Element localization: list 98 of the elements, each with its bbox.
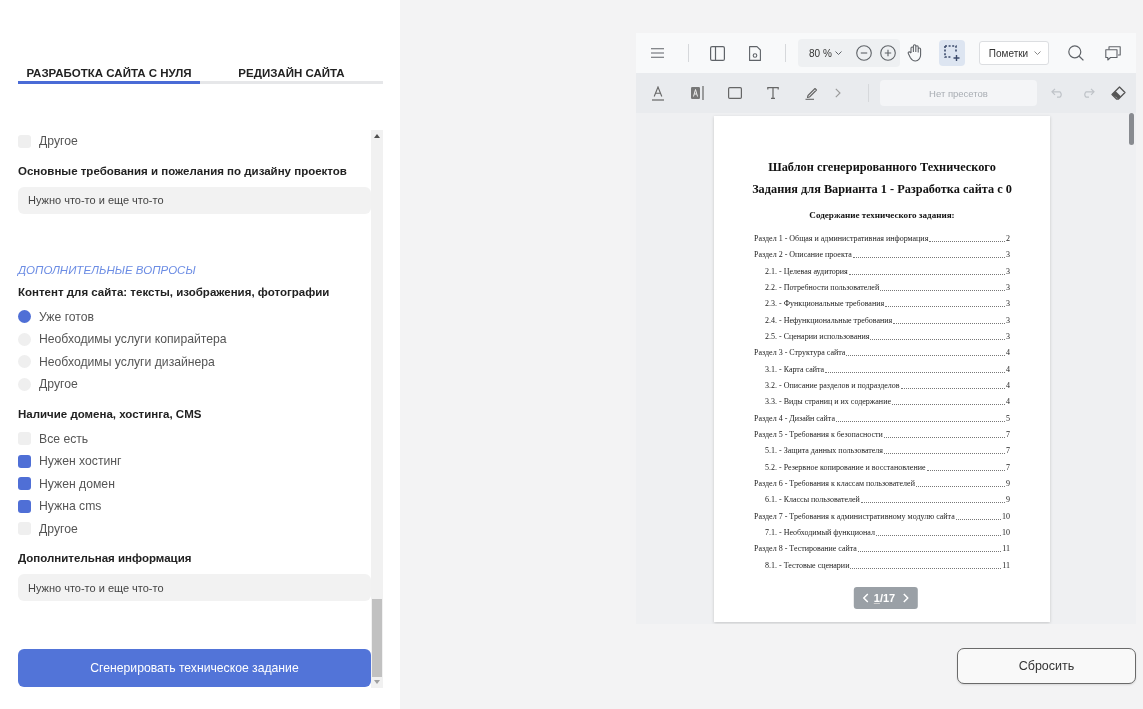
option-label: Нужен домен bbox=[39, 476, 115, 491]
toc-page-number: 4 bbox=[1006, 397, 1010, 408]
toc-page-number: 3 bbox=[1006, 332, 1010, 342]
text-tool-icon[interactable] bbox=[767, 87, 779, 99]
checkbox[interactable] bbox=[18, 499, 31, 513]
document-subtitle: Содержание технического задания: bbox=[808, 209, 956, 222]
toc-entry[interactable]: Раздел 2 - Описание проекта bbox=[754, 250, 852, 261]
option-label: Необходимы услуги копирайтера bbox=[39, 332, 227, 347]
selection-icon[interactable] bbox=[938, 40, 965, 66]
option-label: Другое bbox=[39, 134, 78, 149]
toc-entry[interactable]: 3.3. - Виды страниц и их содержание bbox=[765, 397, 891, 408]
hand-icon[interactable] bbox=[906, 44, 923, 62]
text-input[interactable]: Нужно что-то и еще что-то bbox=[18, 186, 371, 214]
annotation-mode-dropdown[interactable]: Пометки bbox=[978, 41, 1049, 65]
question-label: Дополнительная информация bbox=[18, 551, 193, 566]
tab[interactable]: РЕДИЗАЙН САЙТА bbox=[200, 62, 383, 84]
zoom-in-icon[interactable] bbox=[879, 45, 896, 61]
comments-icon[interactable] bbox=[1104, 45, 1121, 61]
question-label: Основные требования и пожелания по дизайну проектов bbox=[18, 163, 348, 179]
toc-entry[interactable]: 2.2. - Потребности пользователей bbox=[765, 282, 880, 293]
toc-entry[interactable]: 3.1. - Карта сайта bbox=[765, 364, 825, 375]
option-label: Другое bbox=[39, 377, 78, 392]
option-label: Все есть bbox=[39, 431, 89, 446]
toc-entry[interactable]: Раздел 6 - Требования к классам пользователей bbox=[754, 479, 915, 490]
caret-icon bbox=[834, 51, 842, 55]
toc-page-number: 11 bbox=[1002, 560, 1010, 571]
chevron-right-icon[interactable] bbox=[835, 88, 841, 98]
toc-page-number: 9 bbox=[1006, 495, 1010, 506]
toc-page-number: 7 bbox=[1006, 446, 1010, 457]
scrollbar-thumb[interactable] bbox=[372, 599, 382, 677]
toc-entry[interactable]: Раздел 7 - Требования к административному модулю сайта bbox=[754, 511, 955, 522]
scrollbar[interactable] bbox=[371, 130, 383, 688]
checkbox[interactable] bbox=[18, 454, 31, 468]
option-label: Нужна cms bbox=[39, 499, 102, 514]
document-title: Шаблон сгенерированного Технического Задания для Варианта 1 - Разработка сайта с 0 bbox=[751, 159, 1013, 198]
tab[interactable]: РАЗРАБОТКА САЙТА С НУЛЯ bbox=[18, 62, 200, 84]
toc-entry[interactable]: 2.4. - Нефункциональные требования bbox=[765, 315, 893, 326]
toc-entry[interactable]: 2.5. - Сценарии использования bbox=[765, 332, 870, 342]
toc-entry[interactable]: Раздел 4 - Дизайн сайта bbox=[754, 413, 835, 424]
caret-icon bbox=[1033, 51, 1041, 55]
zoom-level-dropdown[interactable]: 80 % bbox=[809, 47, 842, 59]
toc-entry[interactable]: 6.1. - Классы пользователей bbox=[765, 495, 860, 506]
toc-entry[interactable]: 2.1. - Целевая аудитория bbox=[765, 266, 848, 277]
toc-entry[interactable]: 7.1. - Необходимый функционал bbox=[765, 528, 875, 539]
toc-entry[interactable]: 5.1. - Защита данных пользователя bbox=[765, 446, 884, 457]
text-color-icon[interactable] bbox=[652, 85, 664, 101]
text-box-icon[interactable] bbox=[691, 86, 704, 100]
next-page-icon[interactable] bbox=[903, 593, 910, 603]
toc-page-number: 3 bbox=[1006, 282, 1010, 293]
sidebar-icon[interactable] bbox=[710, 45, 725, 61]
toc-page-number: 7 bbox=[1006, 462, 1010, 473]
previous-page-icon[interactable] bbox=[862, 593, 869, 603]
pen-icon[interactable] bbox=[805, 86, 818, 100]
toc-page-number: 11 bbox=[1002, 544, 1010, 555]
toc-entry[interactable]: 3.2. - Описание разделов и подразделов bbox=[765, 381, 900, 392]
toc-page-number: 5 bbox=[1006, 413, 1010, 424]
toc-entry[interactable]: 8.1. - Тестовые сценарии bbox=[765, 560, 850, 571]
rectangle-icon[interactable] bbox=[728, 87, 742, 99]
reset-button[interactable]: Сбросить bbox=[957, 648, 1136, 684]
checkbox[interactable] bbox=[18, 477, 31, 491]
toc-entry[interactable]: Раздел 8 - Тестирование сайта bbox=[754, 544, 857, 555]
toc-page-number: 2 bbox=[1006, 233, 1010, 244]
toc-page-number: 3 bbox=[1006, 250, 1010, 261]
question-label: Контент для сайта: тексты, изображения, фотографии bbox=[18, 284, 331, 300]
scrollbar-thumb[interactable] bbox=[1129, 113, 1134, 145]
option-label: Необходимы услуги дизайнера bbox=[39, 354, 215, 369]
toc-entry[interactable]: 2.3. - Функциональные требования bbox=[765, 299, 885, 310]
toc-entry[interactable]: Раздел 5 - Требования к безопасности bbox=[754, 430, 883, 441]
eraser-icon[interactable] bbox=[1111, 86, 1126, 100]
scroll-up-icon[interactable] bbox=[374, 134, 380, 138]
toc-page-number: 10 bbox=[1002, 528, 1010, 539]
option-label: Уже готов bbox=[39, 309, 95, 324]
toc-page-number: 3 bbox=[1006, 266, 1010, 277]
toc-page-number: 3 bbox=[1006, 299, 1010, 310]
section-heading: ДОПОЛНИТЕЛЬНЫЕ ВОПРОСЫ bbox=[18, 262, 197, 278]
toc-entry[interactable]: 5.2. - Резервное копирование и восстановление bbox=[765, 462, 926, 473]
toc-page-number: 7 bbox=[1006, 430, 1010, 441]
menu-icon[interactable] bbox=[651, 48, 664, 58]
toc-entry[interactable]: Раздел 1 - Общая и административная информация bbox=[754, 233, 929, 244]
question-label: Наличие домена, хостинга, CMS bbox=[18, 406, 203, 422]
toc-page-number: 4 bbox=[1006, 381, 1010, 392]
search-icon[interactable] bbox=[1067, 45, 1084, 61]
toc-page-number: 9 bbox=[1006, 479, 1010, 490]
toc-page-number: 4 bbox=[1006, 348, 1010, 359]
presets-field[interactable]: Нет пресетов bbox=[880, 80, 1037, 106]
radio-button[interactable] bbox=[18, 310, 31, 324]
zoom-out-icon[interactable] bbox=[855, 45, 872, 61]
toc-entry[interactable]: Раздел 3 - Структура сайта bbox=[754, 348, 846, 359]
document-gear-icon[interactable] bbox=[749, 45, 761, 61]
toc-page-number: 4 bbox=[1006, 364, 1010, 375]
toc-page-number: 10 bbox=[1002, 511, 1010, 522]
scroll-down-icon[interactable] bbox=[374, 680, 380, 684]
option-label: Нужен хостинг bbox=[39, 454, 122, 469]
toc-page-number: 3 bbox=[1006, 315, 1010, 326]
generate-button[interactable]: Сгенерировать техническое задание bbox=[18, 649, 371, 687]
option-label: Другое bbox=[39, 521, 78, 536]
page-count: /17 bbox=[879, 592, 896, 604]
text-input[interactable]: Нужно что-то и еще что-то bbox=[18, 574, 371, 601]
